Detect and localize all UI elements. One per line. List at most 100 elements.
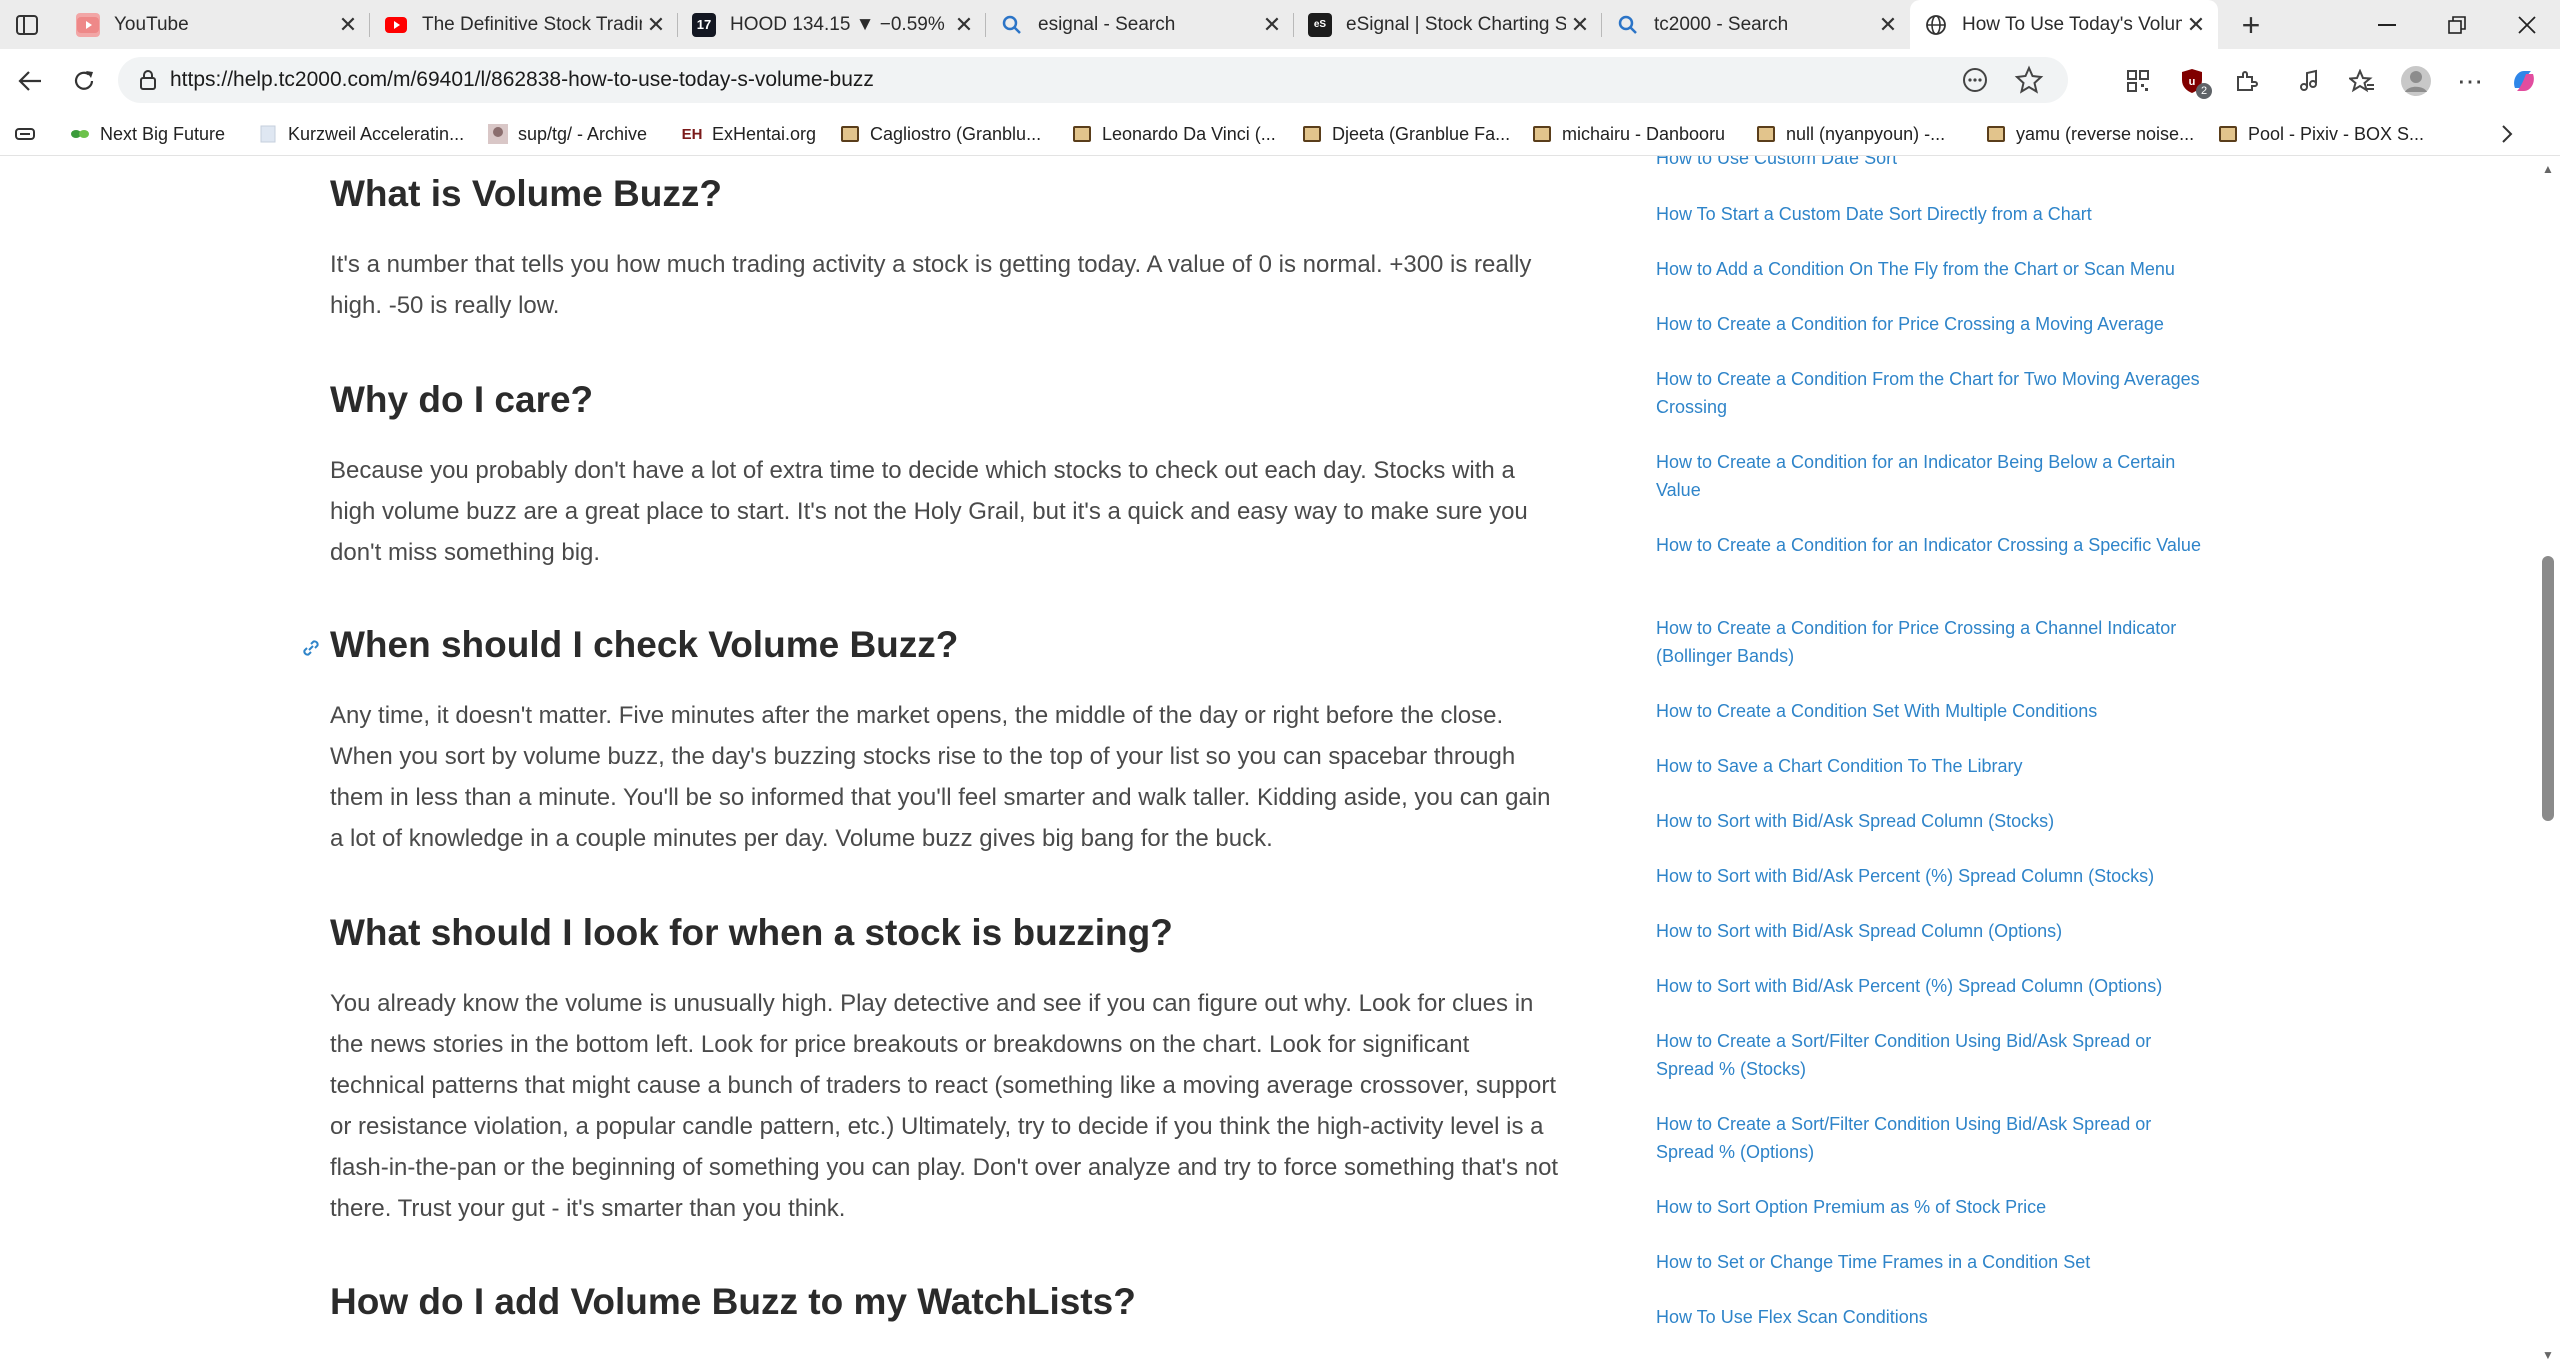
sidebar-link[interactable]: How to Create a Condition for an Indicat… [1656,531,2211,559]
tab-hood-tradingview[interactable]: 17 HOOD 134.15 ▼ −0.59% M ✕ [678,0,986,49]
sidebar-link[interactable]: How to Sort with Bid/Ask Percent (%) Spr… [1656,972,2211,1000]
leaf-icon [70,124,90,144]
minimize-button[interactable] [2352,0,2422,49]
tab-bar: YouTube ✕ The Definitive Stock Tradin ✕ … [0,0,2560,49]
wiki-box-icon [1072,124,1092,144]
youtube-icon [76,12,100,37]
bookmark-exhentai[interactable]: EH ExHentai.org [682,113,816,155]
close-icon[interactable]: ✕ [1566,11,1594,39]
url-text[interactable]: https://help.tc2000.com/m/69401/l/862838… [170,68,874,92]
sidebar-link[interactable]: How to Sort with Bid/Ask Spread Column (… [1656,807,2211,835]
archive-site-icon [488,124,508,144]
extension-badge: 2 [2196,83,2212,99]
section-heading: Why do I care? [330,379,594,420]
tab-title: YouTube [114,13,189,35]
tab-volume-buzz[interactable]: How To Use Today's Volum ✕ [1910,0,2218,49]
sidebar-link[interactable]: How To Use Flex Scan Conditions [1656,1303,2211,1331]
sidebar-link[interactable]: How To Start a Custom Date Sort Directly… [1656,200,2211,228]
page-content: What is Volume Buzz? It's a number that … [0,156,2536,1368]
sidebar-link[interactable]: How to Create a Sort/Filter Condition Us… [1656,1110,2211,1166]
close-icon[interactable]: ✕ [1874,11,1902,39]
section-text: Any time, it doesn't matter. Five minute… [330,702,1551,852]
read-aloud-icon[interactable] [1960,65,1990,95]
eh-site-icon: EH [681,125,703,143]
sidebar-link[interactable]: How to Create a Condition for Price Cros… [1656,614,2211,670]
sidebar-link[interactable]: How to Create a Condition Set With Multi… [1656,697,2211,725]
tab-title: tc2000 - Search [1654,13,1789,35]
collections-icon[interactable] [14,123,36,145]
bookmark-kurzweil[interactable]: Kurzweil Acceleratin... [258,113,464,155]
wiki-box-icon [1302,124,1322,144]
new-tab-button[interactable]: + [2234,7,2268,43]
extensions-puzzle-icon[interactable] [2224,59,2268,103]
close-icon[interactable]: ✕ [1258,11,1286,39]
bookmark-djeeta[interactable]: Djeeta (Granblue Fa... [1302,113,1510,155]
globe-icon [1924,13,1948,37]
sidebar-link[interactable]: How to Sort Option Premium as % of Stock… [1656,1193,2211,1221]
sidebar-link[interactable]: How to Use Custom Date Sort [1656,156,2211,172]
address-bar[interactable]: https://help.tc2000.com/m/69401/l/862838… [118,57,2068,103]
ublock-extension-icon[interactable]: u 2 [2170,59,2214,103]
wiki-box-icon [1756,124,1776,144]
close-window-button[interactable] [2492,0,2560,49]
favorite-star-icon[interactable] [2014,65,2044,95]
bookmark-michairu[interactable]: michairu - Danbooru [1532,113,1725,155]
close-icon[interactable]: ✕ [950,11,978,39]
tab-title: The Definitive Stock Tradin [422,13,642,35]
lock-icon[interactable] [136,68,160,92]
close-icon[interactable]: ✕ [334,11,362,39]
tab-youtube[interactable]: YouTube ✕ [62,0,370,49]
section-heading: What is Volume Buzz? [330,173,722,214]
sidebar-link[interactable]: How to Create a Condition for an Indicat… [1656,448,2211,504]
more-options-icon[interactable]: ⋯ [2448,59,2492,103]
bookmark-cagliostro[interactable]: Cagliostro (Granblu... [840,113,1041,155]
section-heading: How do I add Volume Buzz to my WatchList… [330,1281,1136,1322]
section-text: It's a number that tells you how much tr… [330,251,1532,319]
tab-title: esignal - Search [1038,13,1176,35]
bookmarks-bar: Next Big Future Kurzweil Acceleratin... … [0,113,2560,156]
tab-esignal-search[interactable]: esignal - Search ✕ [986,0,1294,49]
bookmark-sup-tg-archive[interactable]: sup/tg/ - Archive [488,113,647,155]
svg-text:u: u [2189,76,2196,88]
section-heading: When should I check Volume Buzz? [330,624,959,665]
wiki-box-icon [1532,124,1552,144]
close-icon[interactable]: ✕ [2182,11,2210,39]
tab-esignal[interactable]: eS eSignal | Stock Charting So ✕ [1294,0,1602,49]
back-button[interactable] [8,59,52,103]
bookmark-leonardo[interactable]: Leonardo Da Vinci (... [1072,113,1276,155]
blank-page-icon [258,124,278,144]
tab-actions-icon[interactable] [14,12,40,38]
sidebar-link[interactable]: How to Set or Change Time Frames in a Co… [1656,1248,2211,1276]
scrollbar-thumb[interactable] [2542,556,2554,821]
tab-title: HOOD 134.15 ▼ −0.59% M [730,13,950,35]
bookmark-next-big-future[interactable]: Next Big Future [70,113,225,155]
sidebar-link[interactable]: How to Add a Condition On The Fly from t… [1656,255,2211,283]
sidebar-link[interactable]: How to Sort with Bid/Ask Spread Column (… [1656,917,2211,945]
scroll-up-arrow-icon[interactable]: ▲ [2536,160,2560,178]
tab-title: eSignal | Stock Charting So [1346,13,1566,35]
vertical-scrollbar[interactable]: ▲ ▼ [2536,156,2560,1368]
sidebar-link[interactable]: How to Create a Sort/Filter Condition Us… [1656,1027,2211,1083]
sidebar-link[interactable]: How to Save a Chart Condition To The Lib… [1656,752,2211,780]
media-icon[interactable] [2286,59,2330,103]
restore-button[interactable] [2422,0,2492,49]
refresh-button[interactable] [62,59,106,103]
link-anchor-icon[interactable] [300,637,322,659]
favorites-icon[interactable] [2340,59,2384,103]
bookmark-null-nyanpyoun[interactable]: null (nyanpyoun) -... [1756,113,1945,155]
scroll-down-arrow-icon[interactable]: ▼ [2536,1346,2560,1364]
chevron-right-icon[interactable] [2494,121,2520,147]
sidebar-link[interactable]: How to Sort with Bid/Ask Percent (%) Spr… [1656,862,2211,890]
sidebar-link[interactable]: How to Create a Condition From the Chart… [1656,365,2211,421]
copilot-icon[interactable] [2502,59,2546,103]
close-icon[interactable]: ✕ [642,11,670,39]
bookmark-yamu[interactable]: yamu (reverse noise... [1986,113,2194,155]
tab-title: How To Use Today's Volum [1962,13,2182,35]
bookmark-pool-pixiv[interactable]: Pool - Pixiv - BOX S... [2218,113,2424,155]
wiki-box-icon [2218,124,2238,144]
tab-stock-trading-video[interactable]: The Definitive Stock Tradin ✕ [370,0,678,49]
qr-code-icon[interactable] [2116,59,2160,103]
sidebar-link[interactable]: How to Create a Condition for Price Cros… [1656,310,2211,338]
tab-tc2000-search[interactable]: tc2000 - Search ✕ [1602,0,1910,49]
profile-avatar-icon[interactable] [2394,59,2438,103]
